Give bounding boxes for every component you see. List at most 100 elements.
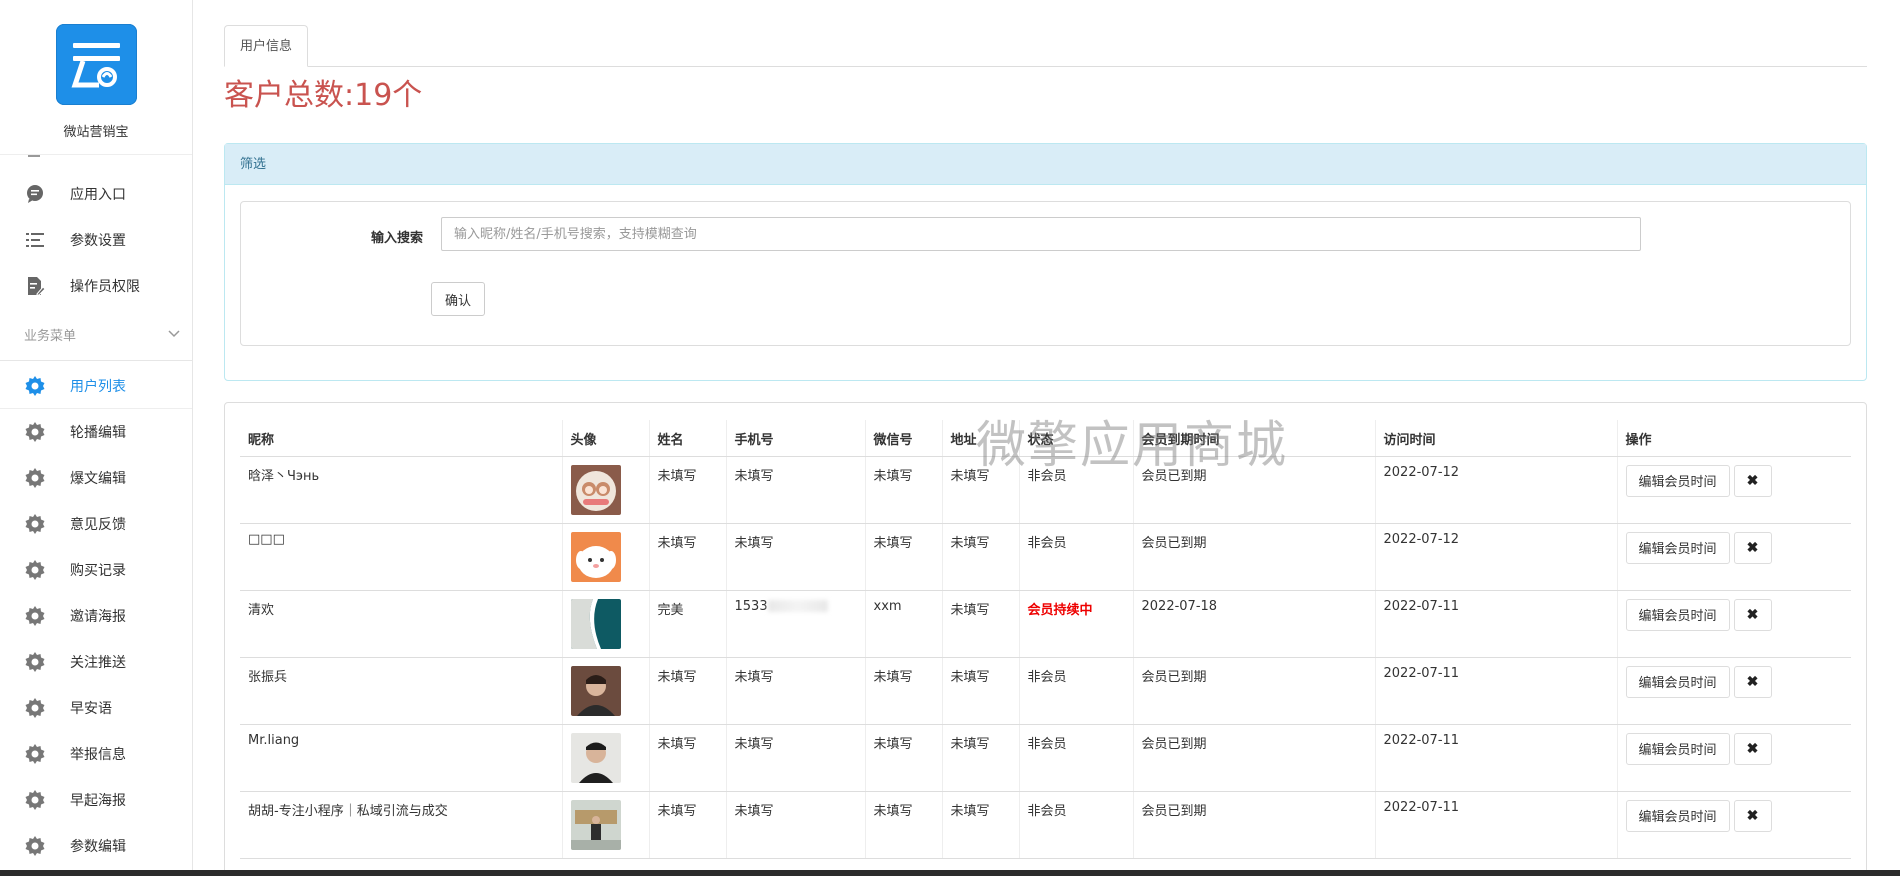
cell-actions: 编辑会员时间 ✖: [1616, 724, 1851, 792]
gear-icon: [24, 375, 46, 397]
edit-member-time-button[interactable]: 编辑会员时间: [1625, 598, 1730, 631]
col-header-nickname: 昵称: [240, 420, 562, 457]
delete-button[interactable]: ✖: [1733, 665, 1772, 698]
sidebar-item-article-edit[interactable]: 爆文编辑: [0, 455, 192, 501]
cell-expire: 会员已到期: [1132, 456, 1375, 524]
customer-total: 客户总数:19个: [224, 78, 423, 113]
confirm-button[interactable]: 确认: [431, 282, 486, 316]
sidebar-item-carousel-edit[interactable]: 轮播编辑: [0, 409, 192, 455]
edit-member-time-button[interactable]: 编辑会员时间: [1625, 665, 1730, 698]
col-header-actions: 操作: [1616, 420, 1851, 457]
cell-name: 未填写: [648, 791, 726, 859]
cell-status: 非会员: [1018, 657, 1133, 725]
cell-expire: 会员已到期: [1132, 724, 1375, 792]
gear-icon: [24, 467, 46, 489]
row-actions: 编辑会员时间 ✖: [1625, 665, 1844, 698]
cell-nickname: 清欢: [240, 590, 562, 658]
col-header-phone: 手机号: [725, 420, 865, 457]
col-header-expire: 会员到期时间: [1132, 420, 1375, 457]
cell-avatar: [561, 657, 649, 725]
tab-user-info[interactable]: 用户信息: [224, 25, 309, 67]
cell-status: 非会员: [1018, 791, 1133, 859]
sidebar-item-operator-permission[interactable]: 操作员权限: [0, 263, 192, 309]
cell-expire: 会员已到期: [1132, 657, 1375, 725]
edit-member-time-button[interactable]: 编辑会员时间: [1625, 464, 1730, 497]
phone-text: 1533: [734, 598, 768, 614]
gear-icon: [24, 835, 46, 857]
sidebar-item-param-edit[interactable]: 参数编辑: [0, 823, 192, 869]
cell-expire: 会员已到期: [1132, 791, 1375, 859]
table-row: 张振兵 未填写 未填写 未填写 未填写 非会员 会员已到期 2022-07-11: [240, 657, 1851, 725]
cell-address: 未填写: [941, 590, 1019, 658]
edit-document-icon: [24, 275, 46, 297]
brand: 微站营销宝: [0, 0, 192, 155]
main-content: 用户信息 客户总数:19个 筛选 输入搜索 确认 昵称 头像: [193, 0, 1900, 876]
edit-member-time-button[interactable]: 编辑会员时间: [1625, 799, 1730, 832]
sidebar-menu: 应用入口 参数设置 操作员权限 业务菜单 用户列表 轮播编辑 爆文编辑 意见反馈…: [0, 171, 192, 869]
cell-status: 非会员: [1018, 724, 1133, 792]
cell-actions: 编辑会员时间 ✖: [1616, 791, 1851, 859]
avatar: [570, 531, 621, 582]
cell-nickname: Mr.liang: [240, 724, 562, 792]
search-input[interactable]: [441, 217, 1641, 251]
delete-button[interactable]: ✖: [1733, 598, 1772, 631]
sidebar-item-purchase-records[interactable]: 购买记录: [0, 547, 192, 593]
cell-visit: 2022-07-11: [1374, 724, 1617, 792]
gear-icon: [24, 421, 46, 443]
sidebar-item-early-poster[interactable]: 早起海报: [0, 777, 192, 823]
sidebar-item-label: 关注推送: [70, 655, 126, 671]
cell-address: 未填写: [941, 456, 1019, 524]
sidebar-item-label: 轮播编辑: [70, 425, 126, 441]
phone-mask: [767, 600, 828, 612]
row-actions: 编辑会员时间 ✖: [1625, 531, 1844, 564]
cell-actions: 编辑会员时间 ✖: [1616, 523, 1851, 591]
cell-name: 未填写: [648, 724, 726, 792]
table-row: 清欢 完美 1533 xxm 未填写 会员持续中 2022-07-18 2022…: [240, 590, 1851, 658]
user-table: 昵称 头像 姓名 手机号 微信号 地址 状态 会员到期时间 访问时间 操作 晗泽…: [240, 420, 1851, 859]
cell-actions: 编辑会员时间 ✖: [1616, 456, 1851, 524]
edit-member-time-button[interactable]: 编辑会员时间: [1625, 531, 1730, 564]
sidebar: 微站营销宝 应用入口 参数设置 操作员权限 业务菜单 用户列表 轮播编辑 爆文编…: [0, 0, 193, 876]
cell-address: 未填写: [941, 791, 1019, 859]
tab-bar: 用户信息: [224, 25, 1867, 67]
cell-address: 未填写: [941, 523, 1019, 591]
cell-visit: 2022-07-12: [1374, 456, 1617, 524]
sidebar-item-invite-poster[interactable]: 邀请海报: [0, 593, 192, 639]
table-header-row: 昵称 头像 姓名 手机号 微信号 地址 状态 会员到期时间 访问时间 操作: [240, 420, 1851, 457]
delete-button[interactable]: ✖: [1733, 531, 1772, 564]
col-header-name: 姓名: [648, 420, 726, 457]
filter-panel: 筛选 输入搜索 确认: [224, 143, 1867, 381]
col-header-avatar: 头像: [561, 420, 649, 457]
user-table-panel: 昵称 头像 姓名 手机号 微信号 地址 状态 会员到期时间 访问时间 操作 晗泽…: [224, 402, 1867, 876]
cell-nickname: 张振兵: [240, 657, 562, 725]
cell-avatar: [561, 456, 649, 524]
gear-icon: [24, 559, 46, 581]
table-row: 晗泽丶Чэнь 未填写 未填写 未填写 未填写 非会员 会员已到期 2022-0…: [240, 456, 1851, 524]
brand-name: 微站营销宝: [63, 125, 129, 140]
delete-button[interactable]: ✖: [1733, 464, 1772, 497]
cell-name: 未填写: [648, 523, 726, 591]
cell-nickname: 晗泽丶Чэнь: [240, 456, 562, 524]
edit-member-time-button[interactable]: 编辑会员时间: [1625, 732, 1730, 765]
sidebar-item-morning-words[interactable]: 早安语: [0, 685, 192, 731]
sidebar-item-follow-push[interactable]: 关注推送: [0, 639, 192, 685]
sidebar-section-business[interactable]: 业务菜单: [0, 309, 192, 361]
col-header-visit: 访问时间: [1374, 420, 1617, 457]
sidebar-item-user-list[interactable]: 用户列表: [0, 363, 192, 409]
cell-name: 未填写: [648, 456, 726, 524]
sidebar-item-report-info[interactable]: 举报信息: [0, 731, 192, 777]
row-actions: 编辑会员时间 ✖: [1625, 598, 1844, 631]
delete-button[interactable]: ✖: [1733, 732, 1772, 765]
sidebar-item-app-entry[interactable]: 应用入口: [0, 171, 192, 217]
cell-wechat: xxm: [864, 590, 942, 658]
logo-icon[interactable]: [55, 24, 137, 105]
delete-button[interactable]: ✖: [1733, 799, 1772, 832]
cell-avatar: [561, 791, 649, 859]
sidebar-item-label: 举报信息: [70, 747, 126, 763]
sidebar-item-param-settings[interactable]: 参数设置: [0, 217, 192, 263]
sidebar-item-label: 购买记录: [70, 563, 126, 579]
sidebar-item-label: 应用入口: [70, 187, 126, 203]
table-row: Mr.liang 未填写 未填写 未填写 未填写 非会员 会员已到期 2022-…: [240, 724, 1851, 792]
sidebar-item-feedback[interactable]: 意见反馈: [0, 501, 192, 547]
cell-phone: 未填写: [725, 523, 865, 591]
